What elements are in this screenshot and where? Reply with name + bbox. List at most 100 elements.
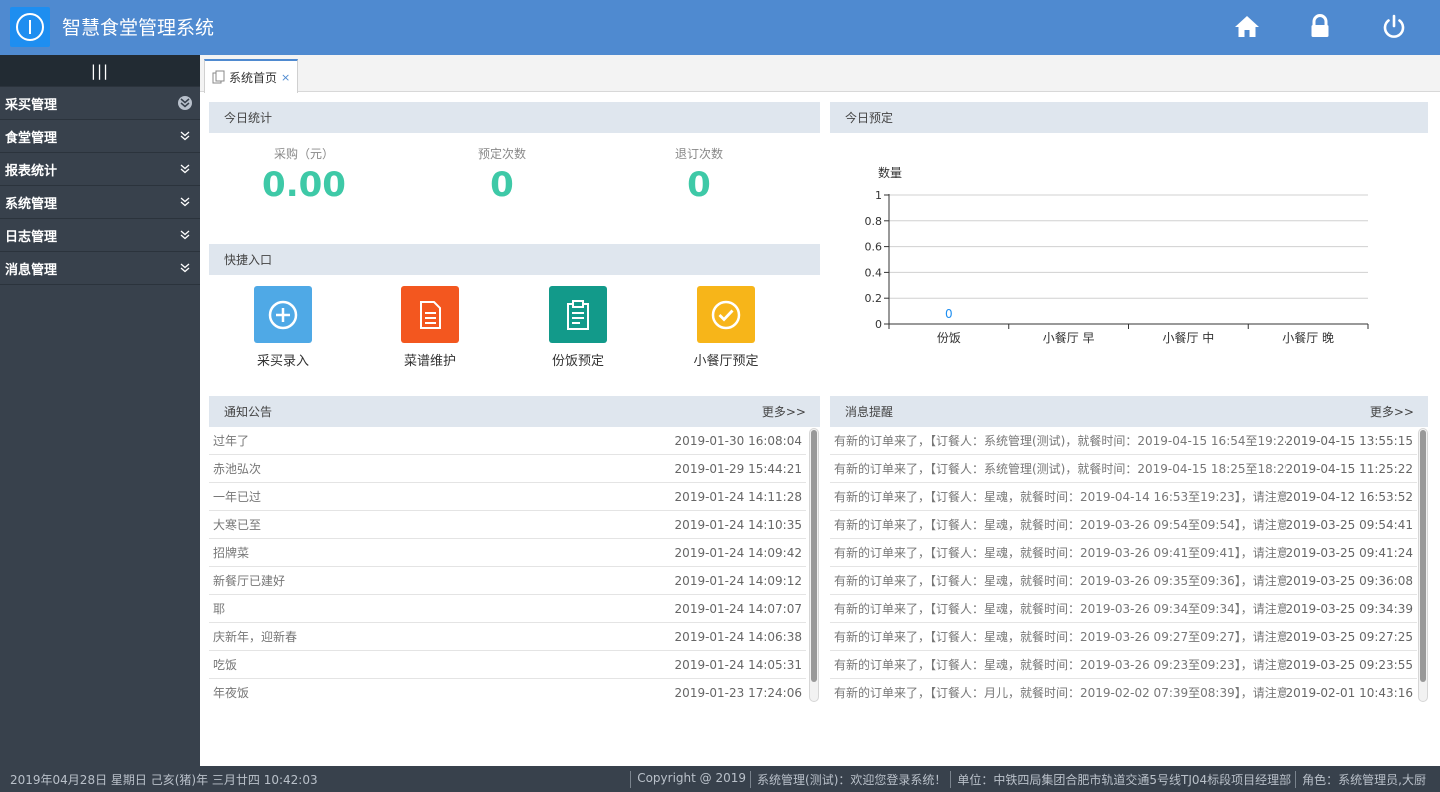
panel-title: 快捷入口 <box>224 253 273 267</box>
notice-row-date: 2019-01-24 14:11:28 <box>674 489 802 504</box>
stat-label: 预定次数 <box>477 147 526 161</box>
footer-welcome: 系统管理(测试)：欢迎您登录系统！ <box>750 770 950 788</box>
notice-list: 过年了 2019-01-30 16:08:04 赤池弘次 2019-01-29 15:… <box>209 427 806 704</box>
shortcut-meal-booking[interactable]: 份饭预定 <box>518 286 638 369</box>
scroll-thumb[interactable] <box>1420 430 1426 682</box>
notice-row-text: 年夜饭 <box>213 686 250 700</box>
stat-label: 采购（元） <box>273 147 334 161</box>
chevron-down-icon <box>178 162 192 176</box>
message-row[interactable]: 有新的订单来了，【订餐人：星魂，就餐时间：2019-03-26 09:35至09… <box>830 567 1417 595</box>
message-row[interactable]: 有新的订单来了，【订餐人：系统管理(测试)，就餐时间：2019-04-15 18… <box>830 455 1417 483</box>
message-row-text: 有新的订单来了，【订餐人：系统管理(测试)，就餐时间：2019-04-15 16… <box>834 434 1286 448</box>
message-row-text: 有新的订单来了，【订餐人：星魂，就餐时间：2019-03-26 09:27至09… <box>834 630 1286 644</box>
app-logo <box>10 7 50 47</box>
app-title: 智慧食堂管理系统 <box>62 17 215 39</box>
message-row-date: 2019-02-01 10:43:16 <box>1285 685 1413 700</box>
notice-row-date: 2019-01-23 17:24:06 <box>674 685 802 700</box>
notice-row[interactable]: 一年已过 2019-01-24 14:11:28 <box>209 483 806 511</box>
panel-title: 通知公告 <box>224 405 273 419</box>
status-footer: 2019年04月28日 星期日 己亥(猪)年 三月廿四 10:42:03 Cop… <box>0 766 1440 792</box>
x-tick-label: 小餐厅 晚 <box>1282 330 1334 345</box>
panel-title: 今日预定 <box>845 111 894 125</box>
sidebar-item-logs[interactable]: 日志管理 <box>0 219 200 252</box>
message-row[interactable]: 有新的订单来了，【订餐人：星魂，就餐时间：2019-03-26 09:27至09… <box>830 623 1417 651</box>
top-header: 智慧食堂管理系统 <box>0 0 1440 55</box>
notice-row-date: 2019-01-24 14:10:35 <box>674 517 802 532</box>
y-tick-label: 0.2 <box>865 292 883 305</box>
power-icon[interactable] <box>1379 12 1409 42</box>
tab-home[interactable]: 系统首页 × <box>204 59 298 93</box>
notice-row[interactable]: 新餐厅已建好 2019-01-24 14:09:12 <box>209 567 806 595</box>
y-tick-label: 0.8 <box>865 215 883 228</box>
shortcut-menu-maintenance[interactable]: 菜谱维护 <box>370 286 490 369</box>
message-row[interactable]: 有新的订单来了，【订餐人：星魂，就餐时间：2019-03-26 09:23至09… <box>830 651 1417 679</box>
notice-row[interactable]: 大寒已至 2019-01-24 14:10:35 <box>209 511 806 539</box>
home-icon[interactable] <box>1232 12 1262 42</box>
booking-chart: 数量 0 0.2 0.4 0.6 0.8 1 份饭 0 小餐厅 早 小餐厅 中 小餐厅 晚 <box>865 165 1369 345</box>
message-row-text: 有新的订单来了，【订餐人：星魂，就餐时间：2019-04-14 16:53至19… <box>834 490 1286 504</box>
close-icon[interactable]: × <box>281 71 290 84</box>
messages-more-link[interactable]: 更多>> <box>1370 403 1414 420</box>
plus-circle-icon <box>254 286 312 343</box>
notice-row[interactable]: 庆新年，迎新春 2019-01-24 14:06:38 <box>209 623 806 651</box>
notice-row-date: 2019-01-29 15:44:21 <box>674 461 802 476</box>
message-row[interactable]: 有新的订单来了，【订餐人：星魂，就餐时间：2019-04-14 16:53至19… <box>830 483 1417 511</box>
lock-icon[interactable] <box>1305 12 1335 42</box>
stat-bookings: 预定次数 0 <box>402 145 602 205</box>
sidebar-collapse-button[interactable]: ||| <box>0 55 200 87</box>
notice-row[interactable]: 赤池弘次 2019-01-29 15:44:21 <box>209 455 806 483</box>
notice-row[interactable]: 过年了 2019-01-30 16:08:04 <box>209 427 806 455</box>
message-row[interactable]: 有新的订单来了，【订餐人：星魂，就餐时间：2019-03-26 09:34至09… <box>830 595 1417 623</box>
notice-row-date: 2019-01-30 16:08:04 <box>674 433 802 448</box>
message-row[interactable]: 有新的订单来了，【订餐人：系统管理(测试)，就餐时间：2019-04-15 16… <box>830 427 1417 455</box>
message-row-text: 有新的订单来了，【订餐人：星魂，就餐时间：2019-03-26 09:41至09… <box>834 546 1286 560</box>
message-row-date: 2019-03-25 09:23:55 <box>1285 657 1413 672</box>
y-tick-label: 0.4 <box>865 266 883 279</box>
tab-label: 系统首页 <box>229 70 278 85</box>
notice-row[interactable]: 招牌菜 2019-01-24 14:09:42 <box>209 539 806 567</box>
message-row-text: 有新的订单来了，【订餐人：星魂，就餐时间：2019-03-26 09:35至09… <box>834 574 1286 588</box>
notice-row[interactable]: 耶 2019-01-24 14:07:07 <box>209 595 806 623</box>
message-scrollbar[interactable] <box>1418 428 1428 702</box>
chevron-down-icon <box>178 195 192 209</box>
panel-title: 消息提醒 <box>845 405 894 419</box>
shortcut-label: 小餐厅预定 <box>693 354 759 369</box>
messages-header: 消息提醒 更多>> <box>830 396 1428 427</box>
shortcut-label: 采买录入 <box>256 354 309 369</box>
message-row-date: 2019-03-25 09:27:25 <box>1285 629 1413 644</box>
notice-row[interactable]: 吃饭 2019-01-24 14:05:31 <box>209 651 806 679</box>
shortcut-small-restaurant-booking[interactable]: 小餐厅预定 <box>666 286 786 369</box>
today-stats-header: 今日统计 <box>209 102 820 133</box>
panel-title: 今日统计 <box>224 111 273 125</box>
message-row-date: 2019-03-25 09:36:08 <box>1285 573 1413 588</box>
notices-header: 通知公告 更多>> <box>209 396 820 427</box>
sidebar: ||| 采买管理 食堂管理 报表统计 系统管理 日志管理 消息管理 <box>0 55 200 766</box>
stat-cancellations: 退订次数 0 <box>599 145 799 205</box>
sidebar-item-canteen[interactable]: 食堂管理 <box>0 120 200 153</box>
chevron-down-icon <box>178 261 192 275</box>
message-row-text: 有新的订单来了，【订餐人：星魂，就餐时间：2019-03-26 09:54至09… <box>834 518 1286 532</box>
footer-datetime: 2019年04月28日 星期日 己亥(猪)年 三月廿四 10:42:03 <box>10 772 318 787</box>
notice-row-text: 赤池弘次 <box>213 462 262 476</box>
message-row-text: 有新的订单来了，【订餐人：星魂，就餐时间：2019-03-26 09:34至09… <box>834 602 1286 616</box>
message-row[interactable]: 有新的订单来了，【订餐人：星魂，就餐时间：2019-03-26 09:41至09… <box>830 539 1417 567</box>
sidebar-item-messages[interactable]: 消息管理 <box>0 252 200 285</box>
notice-row[interactable]: 年夜饭 2019-01-23 17:24:06 <box>209 679 806 704</box>
sidebar-item-system[interactable]: 系统管理 <box>0 186 200 219</box>
sidebar-item-procurement[interactable]: 采买管理 <box>0 87 200 120</box>
scroll-thumb[interactable] <box>811 430 817 682</box>
sidebar-item-reports[interactable]: 报表统计 <box>0 153 200 186</box>
tab-bar: 系统首页 × <box>200 55 1440 93</box>
message-row-date: 2019-03-25 09:54:41 <box>1285 517 1413 532</box>
message-row-date: 2019-03-25 09:34:39 <box>1285 601 1413 616</box>
sidebar-item-label: 系统管理 <box>5 196 58 212</box>
notice-scrollbar[interactable] <box>809 428 819 702</box>
stat-value: 0.00 <box>262 165 346 205</box>
chevron-down-icon <box>178 228 192 242</box>
x-tick-label: 份饭 <box>937 331 961 345</box>
notice-row-text: 招牌菜 <box>213 546 250 560</box>
message-row[interactable]: 有新的订单来了，【订餐人：星魂，就餐时间：2019-03-26 09:54至09… <box>830 511 1417 539</box>
message-row[interactable]: 有新的订单来了，【订餐人：月儿，就餐时间：2019-02-02 07:39至08… <box>830 679 1417 704</box>
notices-more-link[interactable]: 更多>> <box>762 403 806 420</box>
shortcut-purchase-entry[interactable]: 采买录入 <box>223 286 343 369</box>
